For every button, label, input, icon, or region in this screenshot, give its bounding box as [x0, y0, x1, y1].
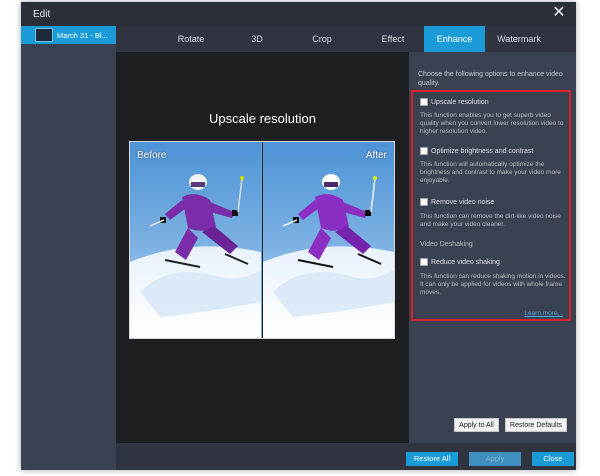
deshake-section-title: Video Deshaking [420, 241, 473, 248]
video-thumbnail [35, 28, 53, 42]
option-remove-noise[interactable]: Remove video noise [420, 198, 494, 206]
preview-area: Upscale resolution Before After [116, 52, 409, 443]
option-description: This function can reduce shaking motion … [420, 273, 566, 296]
tab-watermark[interactable]: Watermark [490, 26, 548, 52]
close-icon[interactable]: ✕ [550, 4, 568, 22]
option-optimize-brightness[interactable]: Optimize brightness and contrast [420, 147, 533, 155]
option-label: Optimize brightness and contrast [431, 147, 534, 155]
apply-to-all-button[interactable]: Apply to All [454, 418, 499, 432]
file-list-sidebar: March 31 - Bl... [21, 26, 116, 470]
tab-crop[interactable]: Crop [300, 26, 344, 52]
option-description: This function enables you to get superb … [420, 112, 564, 135]
before-after-comparison: Before After [129, 141, 395, 339]
window-title: Edit [33, 9, 51, 20]
file-item-selected[interactable]: March 31 - Bl... [21, 26, 116, 44]
file-item-label: March 31 - Bl... [57, 31, 108, 40]
after-label: After [365, 150, 387, 161]
edit-window: Edit ✕ March 31 - Bl... Rotate 3D Crop E… [21, 2, 576, 470]
comparison-divider [262, 142, 263, 338]
option-upscale-resolution[interactable]: Upscale resolution [420, 98, 489, 106]
learn-more-link[interactable]: Learn more... [524, 310, 563, 317]
restore-all-button[interactable]: Restore All [406, 452, 458, 466]
edit-tabs: Rotate 3D Crop Effect Enhance Watermark [116, 26, 576, 52]
preview-title: Upscale resolution [209, 111, 316, 126]
before-image [130, 142, 261, 338]
before-label: Before [137, 150, 167, 161]
enhance-options-highlight: Upscale resolution This function enables… [411, 90, 571, 321]
close-button[interactable]: Close [532, 452, 574, 466]
tab-rotate[interactable]: Rotate [164, 26, 218, 52]
footer-bar: Restore All Apply Close [116, 443, 576, 470]
option-reduce-shaking[interactable]: Reduce video shaking [420, 258, 500, 266]
restore-defaults-button[interactable]: Restore Defaults [505, 418, 567, 432]
after-image [263, 142, 394, 338]
tab-3d[interactable]: 3D [240, 26, 274, 52]
option-label: Upscale resolution [431, 98, 489, 106]
tab-effect[interactable]: Effect [368, 26, 418, 52]
brightness-checkbox[interactable] [420, 147, 428, 155]
apply-button[interactable]: Apply [469, 452, 521, 466]
enhance-intro-text: Choose the following options to enhance … [418, 71, 563, 87]
option-description: This function can remove the dirt-like v… [420, 213, 561, 228]
shaking-checkbox[interactable] [420, 258, 428, 266]
enhance-options-panel: Choose the following options to enhance … [409, 52, 576, 443]
option-label: Remove video noise [431, 198, 495, 206]
upscale-checkbox[interactable] [420, 98, 428, 106]
option-label: Reduce video shaking [431, 258, 500, 266]
tab-enhance[interactable]: Enhance [424, 26, 485, 52]
noise-checkbox[interactable] [420, 198, 428, 206]
option-description: This function will automatically optimiz… [420, 161, 561, 184]
title-bar: Edit ✕ [21, 2, 576, 26]
